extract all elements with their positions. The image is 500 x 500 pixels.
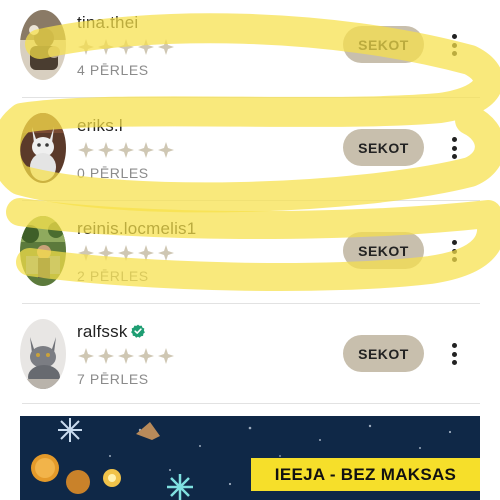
avatar[interactable] [20, 10, 66, 80]
cat-photo-icon [20, 319, 66, 389]
pearl-star-icon [77, 347, 95, 365]
divider [22, 97, 480, 98]
list-item[interactable]: eriks.l 0 PĒRLES SEKOT [0, 103, 500, 206]
rating-stars [77, 244, 175, 262]
follow-button[interactable]: SEKOT [343, 129, 424, 166]
pearl-star-icon [157, 38, 175, 56]
rating-stars [77, 141, 175, 159]
pearl-star-icon [97, 141, 115, 159]
follow-button[interactable]: SEKOT [343, 26, 424, 63]
pearl-star-icon [117, 244, 135, 262]
more-options-icon[interactable] [446, 341, 462, 367]
list-item[interactable]: tina.thei 4 PĒRLES SEKOT [0, 0, 500, 103]
avatar[interactable] [20, 319, 66, 389]
more-options-icon[interactable] [446, 32, 462, 58]
avatar[interactable] [20, 216, 66, 286]
list-item[interactable]: reinis.locmelis1 2 PĒRLES SEKOT [0, 206, 500, 309]
pearl-star-icon [77, 38, 95, 56]
perles-count: 0 PĒRLES [77, 165, 149, 181]
divider [22, 303, 480, 304]
user-photo-icon [20, 216, 66, 286]
username-text[interactable]: ralfssk [77, 322, 128, 341]
username[interactable]: eriks.l [77, 116, 123, 136]
username[interactable]: tina.thei [77, 13, 138, 33]
pearl-star-icon [117, 347, 135, 365]
avatar[interactable] [20, 113, 66, 183]
user-photo-icon [20, 10, 66, 80]
username[interactable]: reinis.locmelis1 [77, 219, 196, 239]
pearl-star-icon [117, 141, 135, 159]
pearl-star-icon [137, 347, 155, 365]
pearl-star-icon [137, 244, 155, 262]
pearl-star-icon [77, 141, 95, 159]
pearl-star-icon [77, 244, 95, 262]
pearl-star-icon [157, 141, 175, 159]
divider [22, 403, 480, 404]
banner-label[interactable]: IEEJA - BEZ MAKSAS [251, 458, 480, 491]
pearl-star-icon [137, 38, 155, 56]
pearl-star-icon [117, 38, 135, 56]
list-item[interactable]: ralfssk 7 PĒRLES SEKOT [0, 309, 500, 412]
pearl-star-icon [97, 38, 115, 56]
pearl-star-icon [97, 244, 115, 262]
pearl-star-icon [157, 347, 175, 365]
verified-badge-icon [130, 324, 145, 338]
perles-count: 2 PĒRLES [77, 268, 149, 284]
promo-banner[interactable]: IEEJA - BEZ MAKSAS [20, 416, 480, 500]
pearl-star-icon [157, 244, 175, 262]
perles-count: 7 PĒRLES [77, 371, 149, 387]
pearl-star-icon [137, 141, 155, 159]
cat-photo-icon [20, 113, 66, 183]
rating-stars [77, 347, 175, 365]
follow-button[interactable]: SEKOT [343, 335, 424, 372]
divider [22, 200, 480, 201]
follow-button[interactable]: SEKOT [343, 232, 424, 269]
pearl-star-icon [97, 347, 115, 365]
more-options-icon[interactable] [446, 135, 462, 161]
more-options-icon[interactable] [446, 238, 462, 264]
username[interactable]: ralfssk [77, 322, 145, 342]
rating-stars [77, 38, 175, 56]
perles-count: 4 PĒRLES [77, 62, 149, 78]
